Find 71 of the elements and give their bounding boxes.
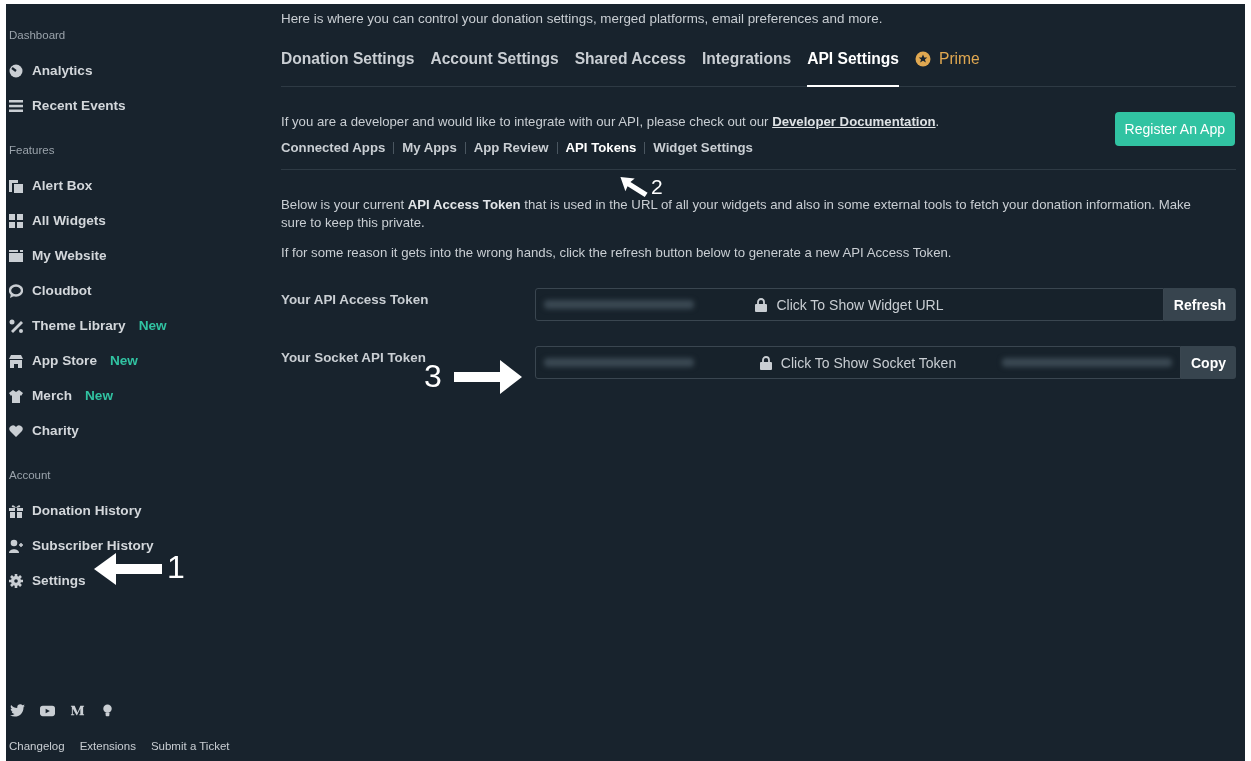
lock-icon (755, 297, 768, 312)
sidebar-item[interactable]: Alert Box (9, 168, 93, 203)
star-badge-icon (915, 51, 931, 67)
token-action-button[interactable]: Refresh (1163, 288, 1236, 321)
grid-icon (9, 213, 23, 228)
footer-link[interactable]: Changelog (9, 740, 65, 752)
section-heading: Features (9, 144, 55, 156)
gift-icon (9, 503, 23, 518)
sidebar-item[interactable]: My Website (9, 238, 107, 273)
lightbulb-icon[interactable] (100, 703, 115, 718)
intro-text: If you are a developer and would like to integrate with our API, please check out our Developer Documentation. (281, 114, 940, 129)
sidebar-item[interactable]: App Store New (9, 343, 138, 378)
info-paragraph: If for some reason it gets into the wrong hands, click the refresh button below to generate a new API Access Token. (281, 244, 953, 262)
add-user-icon (9, 538, 23, 553)
sidebar-item[interactable]: Theme Library New (9, 308, 167, 343)
sub-tab[interactable]: Connected Apps (281, 140, 386, 155)
sidebar-item[interactable]: Charity (9, 413, 79, 448)
list-icon (9, 98, 23, 113)
chat-bubble-icon (9, 283, 23, 298)
step-number: 2 (651, 176, 663, 197)
left-arrow (94, 553, 162, 585)
new-label: New (138, 318, 167, 333)
new-label: New (109, 353, 138, 368)
prime-tab[interactable]: Prime (915, 42, 980, 87)
sub-tab[interactable]: API Tokens (565, 140, 637, 155)
sub-tab[interactable]: My Apps (402, 140, 457, 155)
sidebar-item[interactable]: Analytics (9, 53, 93, 88)
token-label: Your Socket API Token (281, 349, 427, 365)
sidebar-item[interactable]: Merch New (9, 378, 113, 413)
sub-tab[interactable]: App Review (473, 140, 549, 155)
section-heading: Dashboard (9, 29, 66, 41)
reveal-token-text[interactable]: Click To Show Socket Token (780, 354, 957, 371)
analytics-icon (9, 63, 23, 78)
sidebar-item[interactable]: Recent Events (9, 88, 126, 123)
step-number: 3 (424, 360, 442, 392)
settings-tab[interactable]: Account Settings (430, 42, 559, 87)
section-heading: Account (9, 469, 51, 481)
footer-link[interactable]: Extensions (79, 740, 136, 752)
documentation-link[interactable]: Developer Documentation (772, 114, 936, 129)
sub-tab[interactable]: Widget Settings (653, 140, 753, 155)
stacked-squares-icon (9, 178, 23, 193)
video-play-icon[interactable] (40, 703, 55, 718)
settings-tab[interactable]: API Settings (807, 42, 899, 87)
serif-m-icon[interactable] (70, 703, 85, 718)
settings-tab[interactable]: Integrations (701, 42, 792, 87)
step-number: 1 (167, 551, 185, 583)
token-label: Your API Access Token (281, 291, 430, 307)
paint-tools-icon (9, 318, 23, 333)
sidebar-item[interactable]: All Widgets (9, 203, 106, 238)
sidebar-item[interactable]: Donation History (9, 493, 142, 528)
page-description: Here is where you can control your donation settings, merged platforms, email preferences and more. (281, 11, 883, 26)
token-action-button[interactable]: Copy (1181, 346, 1236, 379)
settings-tab[interactable]: Donation Settings (281, 42, 415, 87)
token-field[interactable]: Click To Show Socket Token (535, 346, 1181, 379)
lock-icon (759, 355, 772, 370)
store-icon (9, 353, 23, 368)
shirt-icon (9, 388, 23, 403)
info-paragraph: Below is your current API Access Token that is used in the URL of all your widgets and also in some external tools to fetch your donation information. Make sure to keep this private. (281, 196, 1192, 232)
browser-window-icon (9, 248, 23, 263)
new-label: New (85, 388, 113, 403)
settings-icon (9, 573, 23, 588)
twitter-bird-icon[interactable] (10, 703, 25, 718)
heart-icon (9, 423, 23, 438)
sidebar-item[interactable]: Subscriber History (9, 528, 154, 563)
footer-link[interactable]: Submit a Ticket (150, 740, 230, 752)
token-field[interactable]: Click To Show Widget URL (535, 288, 1164, 321)
settings-tab[interactable]: Shared Access (574, 42, 686, 87)
right-arrow (454, 360, 522, 394)
up-left-arrow (620, 177, 648, 197)
sidebar-item[interactable]: Cloudbot (9, 273, 92, 308)
sidebar-item[interactable]: Settings (9, 563, 86, 598)
